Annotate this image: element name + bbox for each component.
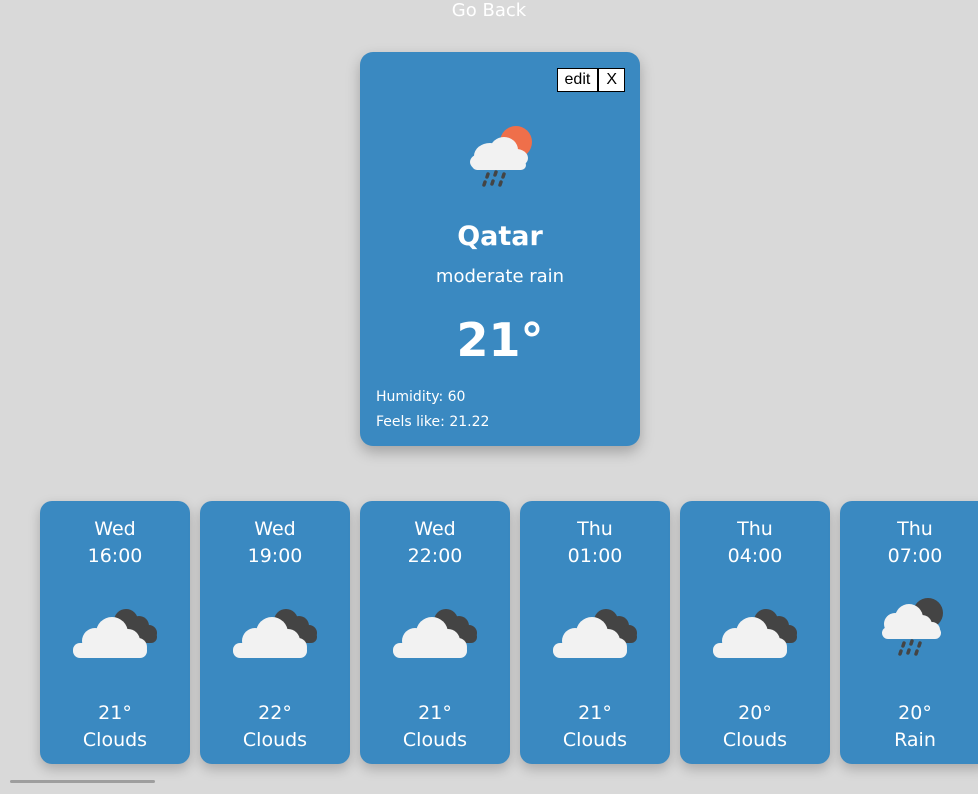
city-name: Qatar [457,221,543,252]
forecast-condition: Clouds [562,729,628,751]
current-temperature: 21° [456,313,544,367]
rain-cloud-sun-icon [470,126,532,187]
go-back-link[interactable]: Go Back [0,0,978,22]
forecast-temperature: 20° [898,702,932,724]
clouds-icon [233,609,317,658]
card-actions: edit X [556,68,625,92]
forecast-day: Thu [737,518,773,540]
forecast-temperature: 21° [578,702,612,724]
forecast-day: Thu [897,518,933,540]
forecast-condition: Clouds [402,729,468,751]
clouds-icon [393,609,477,658]
forecast-time: 22:00 [407,545,463,567]
forecast-day: Wed [94,518,136,540]
close-button[interactable]: X [598,68,625,92]
forecast-card: Thu 04:00 20° Clouds [680,501,830,764]
clouds-icon [73,609,157,658]
forecast-temperature: 21° [98,702,132,724]
rain-cloud-icon [882,598,943,656]
clouds-icon [553,609,637,658]
forecast-temperature: 21° [418,702,452,724]
forecast-card: Thu 01:00 21° Clouds [520,501,670,764]
forecast-day: Wed [414,518,456,540]
forecast-condition: Rain [894,729,936,751]
forecast-condition: Clouds [722,729,788,751]
current-weather-card: edit X Qatar moderate rain 21° Humidity:… [360,52,640,446]
humidity-text: Humidity: 60 [376,389,466,405]
forecast-temperature: 22° [258,702,292,724]
forecast-time: 07:00 [887,545,943,567]
weather-description: moderate rain [435,266,565,287]
forecast-card: Wed 19:00 22° Clouds [200,501,350,764]
clouds-icon [713,609,797,658]
forecast-time: 16:00 [87,545,143,567]
edit-button[interactable]: edit [556,68,599,92]
forecast-condition: Clouds [242,729,308,751]
forecast-card: Wed 22:00 21° Clouds [360,501,510,764]
forecast-day: Wed [254,518,296,540]
forecast-temperature: 20° [738,702,772,724]
forecast-time: 04:00 [727,545,783,567]
feels-like-text: Feels like: 21.22 [376,414,490,430]
forecast-condition: Clouds [82,729,148,751]
forecast-time: 19:00 [247,545,303,567]
forecast-card: Wed 16:00 21° Clouds [40,501,190,764]
forecast-day: Thu [577,518,613,540]
forecast-time: 01:00 [567,545,623,567]
horizontal-scrollbar[interactable] [10,780,155,783]
forecast-card: Thu 07:00 20° Rain [840,501,978,764]
